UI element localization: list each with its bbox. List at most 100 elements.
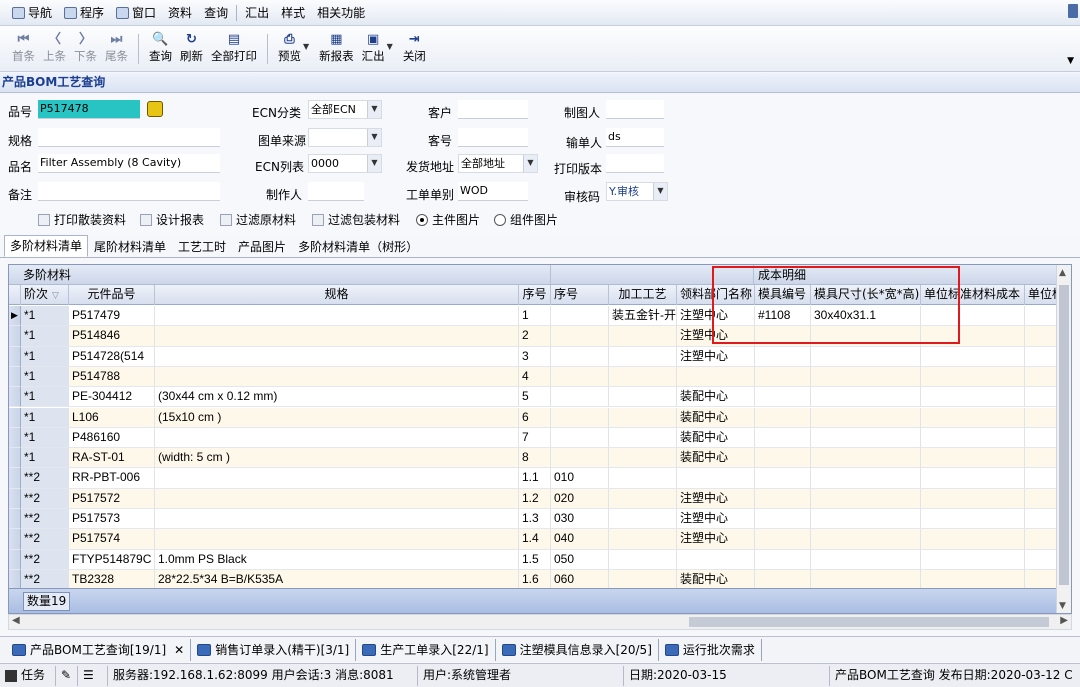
mold-no-cell[interactable] (755, 468, 811, 489)
export-button[interactable]: ▣ 汇出 (358, 32, 389, 68)
unit-cell[interactable] (1025, 570, 1057, 588)
dept-cell[interactable]: 装配中心 (677, 569, 755, 588)
seq-cell[interactable]: 1 (519, 306, 551, 327)
menu-corner-icon[interactable] (1068, 4, 1078, 18)
seq2-cell[interactable] (551, 448, 609, 469)
level-cell[interactable]: **2 (21, 549, 69, 570)
mold-size-cell[interactable] (811, 488, 921, 509)
mold-size-cell[interactable]: 30x40x31.1 (811, 306, 921, 327)
mold-no-cell[interactable] (755, 448, 811, 469)
std-cost-cell[interactable] (921, 509, 1025, 530)
component-no-cell[interactable]: P514846 (69, 326, 155, 347)
work-order-type-field[interactable]: WOD (458, 182, 528, 201)
component-no-cell[interactable]: TB2328 (69, 569, 155, 588)
window-tab-sales-order[interactable]: 销售订单录入(精干)[3/1] (191, 638, 357, 661)
header-dept[interactable]: 领料部门名称 (677, 285, 755, 305)
spec-cell[interactable]: (30x44 cm x 0.12 mm) (155, 387, 519, 408)
chevron-down-icon[interactable]: ▼ (523, 155, 537, 172)
scroll-up-icon[interactable]: ▲ (1059, 268, 1066, 278)
maker-field[interactable] (308, 182, 364, 201)
seq2-cell[interactable] (551, 407, 609, 428)
unit-cell[interactable] (1025, 387, 1057, 408)
export-dropdown-icon[interactable]: ▼ (387, 42, 393, 51)
seq-cell[interactable]: 2 (519, 326, 551, 347)
process-cell[interactable] (609, 366, 677, 388)
spec-cell[interactable] (155, 529, 519, 550)
level-cell[interactable]: *1 (21, 407, 69, 428)
component-no-cell[interactable]: P517479 (69, 306, 155, 327)
toolbar-overflow-icon[interactable]: ▼ (1067, 56, 1074, 66)
menu-export[interactable]: 汇出 (239, 2, 275, 24)
spec-cell[interactable] (155, 326, 519, 347)
header-spec[interactable]: 规格 (155, 285, 519, 305)
dept-cell[interactable] (677, 366, 755, 388)
dept-cell[interactable] (677, 468, 755, 489)
seq-cell[interactable]: 4 (519, 366, 551, 388)
std-cost-cell[interactable] (921, 306, 1025, 327)
process-cell[interactable] (609, 488, 677, 509)
row-indicator[interactable] (9, 326, 21, 347)
std-cost-cell[interactable] (921, 366, 1025, 388)
unit-cell[interactable] (1025, 550, 1057, 570)
unit-cell[interactable] (1025, 367, 1057, 388)
process-cell[interactable] (609, 387, 677, 408)
refresh-button[interactable]: ↻ 刷新 (176, 32, 207, 68)
filter-raw-checkbox[interactable]: 过滤原材料 (220, 211, 296, 228)
radio-dot[interactable] (494, 213, 506, 226)
row-indicator[interactable] (9, 387, 21, 408)
seq-cell[interactable]: 1.5 (519, 549, 551, 570)
menu-data[interactable]: 资料 (162, 2, 198, 24)
mold-size-cell[interactable] (811, 509, 921, 530)
process-cell[interactable] (609, 549, 677, 570)
header-mold-size[interactable]: 模具尺寸(长*宽*高) (811, 285, 921, 305)
mold-no-cell[interactable] (755, 509, 811, 530)
mold-size-cell[interactable] (811, 407, 921, 428)
spec-cell[interactable]: 28*22.5*34 B=B/K535A (155, 569, 519, 588)
print-all-button[interactable]: ▤ 全部打印 (207, 32, 261, 68)
mold-no-cell[interactable] (755, 569, 811, 588)
customer-no-field[interactable] (458, 128, 528, 147)
menu-style[interactable]: 样式 (275, 2, 311, 24)
seq-cell[interactable]: 1.3 (519, 509, 551, 530)
filter-packaging-checkbox[interactable]: 过滤包装材料 (312, 211, 400, 228)
ecn-type-select[interactable]: 全部ECN ▼ (308, 100, 382, 119)
component-no-cell[interactable]: P517573 (69, 509, 155, 530)
tab-process-hours[interactable]: 工艺工时 (172, 236, 232, 257)
level-cell[interactable]: *1 (21, 366, 69, 388)
process-cell[interactable] (609, 326, 677, 347)
seq-cell[interactable]: 1.4 (519, 529, 551, 550)
component-no-cell[interactable]: P486160 (69, 427, 155, 449)
process-cell[interactable] (609, 407, 677, 428)
ship-addr-select[interactable]: 全部地址 ▼ (458, 154, 538, 173)
dept-cell[interactable]: 装配中心 (677, 387, 755, 408)
dept-cell[interactable]: 装配中心 (677, 407, 755, 428)
unit-cell[interactable] (1025, 306, 1057, 327)
dept-cell[interactable]: 装配中心 (677, 427, 755, 449)
std-cost-cell[interactable] (921, 529, 1025, 550)
ecn-list-select[interactable]: 0000 ▼ (308, 154, 382, 173)
seq2-cell[interactable] (551, 387, 609, 408)
bom-lookup-icon[interactable] (147, 101, 163, 117)
last-record-button[interactable]: ⏭ 尾条 (101, 32, 132, 68)
seq2-cell[interactable] (551, 366, 609, 388)
menu-window[interactable]: 窗口 (110, 2, 162, 24)
seq2-cell[interactable]: 050 (551, 549, 609, 570)
unit-cell[interactable] (1025, 448, 1057, 469)
mold-no-cell[interactable] (755, 366, 811, 388)
settings-icon[interactable]: ✎ (56, 665, 78, 686)
window-tab-bom-query[interactable]: 产品BOM工艺查询[19/1] ✕ (6, 638, 192, 661)
seq2-cell[interactable]: 040 (551, 529, 609, 550)
task-button[interactable]: 任务 (0, 665, 56, 686)
scroll-down-icon[interactable]: ▼ (1059, 601, 1066, 611)
menu-query[interactable]: 查询 (198, 2, 234, 24)
dept-cell[interactable]: 注塑中心 (677, 529, 755, 550)
menu-program[interactable]: 程序 (58, 2, 110, 24)
component-image-radio[interactable]: 组件图片 (494, 211, 558, 228)
process-cell[interactable] (609, 569, 677, 588)
scroll-left-icon[interactable]: ◀ (12, 615, 20, 626)
table-row[interactable]: **2 FTYP514879C 1.0mm PS Black 1.5 050 (9, 549, 1057, 570)
mold-size-cell[interactable] (811, 569, 921, 588)
mold-size-cell[interactable] (811, 549, 921, 570)
header-component-no[interactable]: 元件品号 (69, 285, 155, 305)
header-std-cost[interactable]: 单位标准材料成本 (921, 285, 1025, 305)
